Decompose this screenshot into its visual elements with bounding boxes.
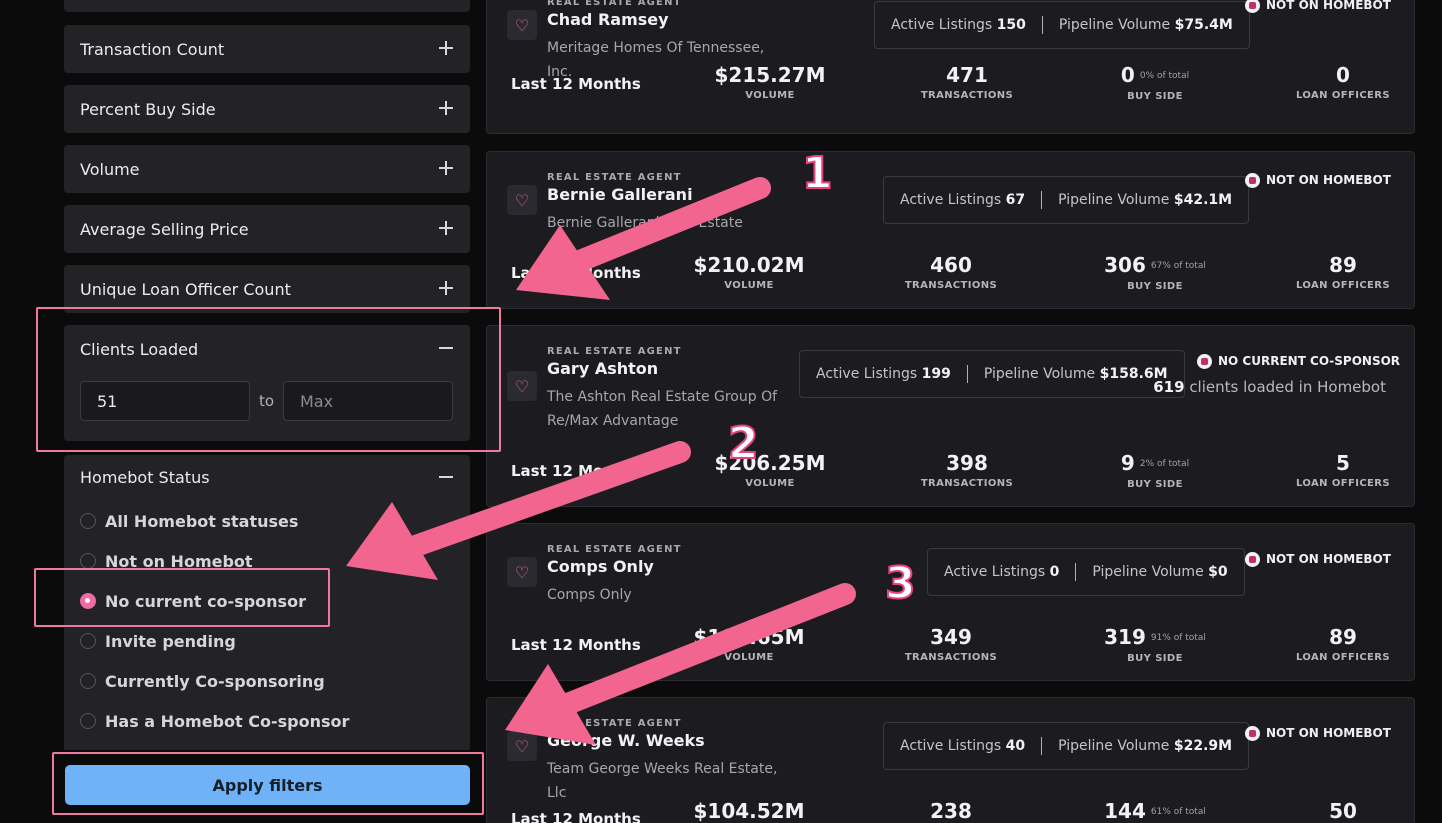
annotation-number-1: 1 [801,147,834,200]
annotation-number-3: 3 [884,557,917,610]
arrow-3 [505,583,856,745]
annotation-arrows [346,177,856,745]
arrow-2 [346,441,691,580]
annotation-number-2: 2 [727,417,760,470]
arrow-1 [516,177,771,300]
